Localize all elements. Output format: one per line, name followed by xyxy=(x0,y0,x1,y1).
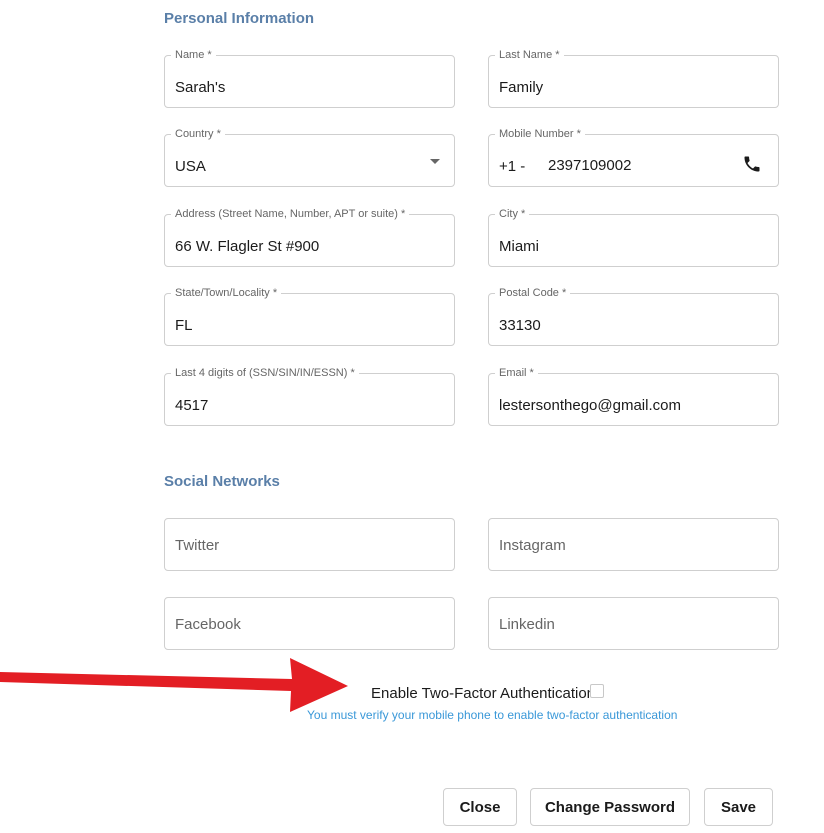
arrow-icon xyxy=(0,658,348,712)
country-label: Country * xyxy=(171,128,225,141)
email-label: Email * xyxy=(495,367,538,380)
state-field[interactable]: State/Town/Locality * FL xyxy=(164,287,455,346)
name-value: Sarah's xyxy=(175,79,226,96)
save-button[interactable]: Save xyxy=(704,788,773,826)
facebook-placeholder: Facebook xyxy=(175,616,241,633)
social-networks-title: Social Networks xyxy=(164,473,280,490)
country-value: USA xyxy=(175,158,206,175)
personal-info-title: Personal Information xyxy=(164,10,315,27)
name-field[interactable]: Name * Sarah's xyxy=(164,49,455,108)
mobile-label: Mobile Number * xyxy=(495,128,585,141)
postal-code-field[interactable]: Postal Code * 33130 xyxy=(488,287,779,346)
linkedin-placeholder: Linkedin xyxy=(499,616,555,633)
address-value: 66 W. Flagler St #900 xyxy=(175,238,320,255)
mobile-number-field[interactable]: Mobile Number * +1 - 2397109002 xyxy=(488,128,779,187)
city-value: Miami xyxy=(499,238,539,255)
email-value: lestersonthego@gmail.com xyxy=(499,397,681,414)
ssn-field[interactable]: Last 4 digits of (SSN/SIN/IN/ESSN) * 451… xyxy=(164,367,455,426)
country-select[interactable]: Country * USA xyxy=(164,128,455,187)
phone-icon xyxy=(744,156,760,172)
instagram-placeholder: Instagram xyxy=(499,537,566,554)
postal-code-label: Postal Code * xyxy=(495,287,571,300)
instagram-input[interactable]: Instagram xyxy=(488,518,779,571)
linkedin-input[interactable]: Linkedin xyxy=(488,597,779,650)
twitter-input[interactable]: Twitter xyxy=(164,518,455,571)
address-field[interactable]: Address (Street Name, Number, APT or sui… xyxy=(164,208,455,267)
name-label: Name * xyxy=(171,49,216,62)
city-label: City * xyxy=(495,208,530,221)
address-label: Address (Street Name, Number, APT or sui… xyxy=(171,208,410,221)
city-field[interactable]: City * Miami xyxy=(488,208,779,267)
two-factor-checkbox[interactable] xyxy=(590,684,604,698)
two-factor-note: You must verify your mobile phone to ena… xyxy=(307,708,678,722)
ssn-label: Last 4 digits of (SSN/SIN/IN/ESSN) * xyxy=(171,367,359,380)
last-name-field[interactable]: Last Name * Family xyxy=(488,49,779,108)
mobile-value: 2397109002 xyxy=(548,157,632,174)
ssn-value: 4517 xyxy=(175,397,209,414)
facebook-input[interactable]: Facebook xyxy=(164,597,455,650)
phone-country-prefix: +1 - xyxy=(499,158,526,175)
two-factor-label: Enable Two-Factor Authentication xyxy=(371,685,596,702)
close-button[interactable]: Close xyxy=(443,788,517,826)
twitter-placeholder: Twitter xyxy=(175,537,220,554)
postal-code-value: 33130 xyxy=(499,317,541,334)
email-field[interactable]: Email * lestersonthego@gmail.com xyxy=(488,367,779,426)
last-name-value: Family xyxy=(499,79,544,96)
state-label: State/Town/Locality * xyxy=(171,287,282,300)
state-value: FL xyxy=(175,317,193,334)
chevron-down-icon[interactable] xyxy=(430,159,440,164)
change-password-button[interactable]: Change Password xyxy=(530,788,690,826)
last-name-label: Last Name * xyxy=(495,49,564,62)
